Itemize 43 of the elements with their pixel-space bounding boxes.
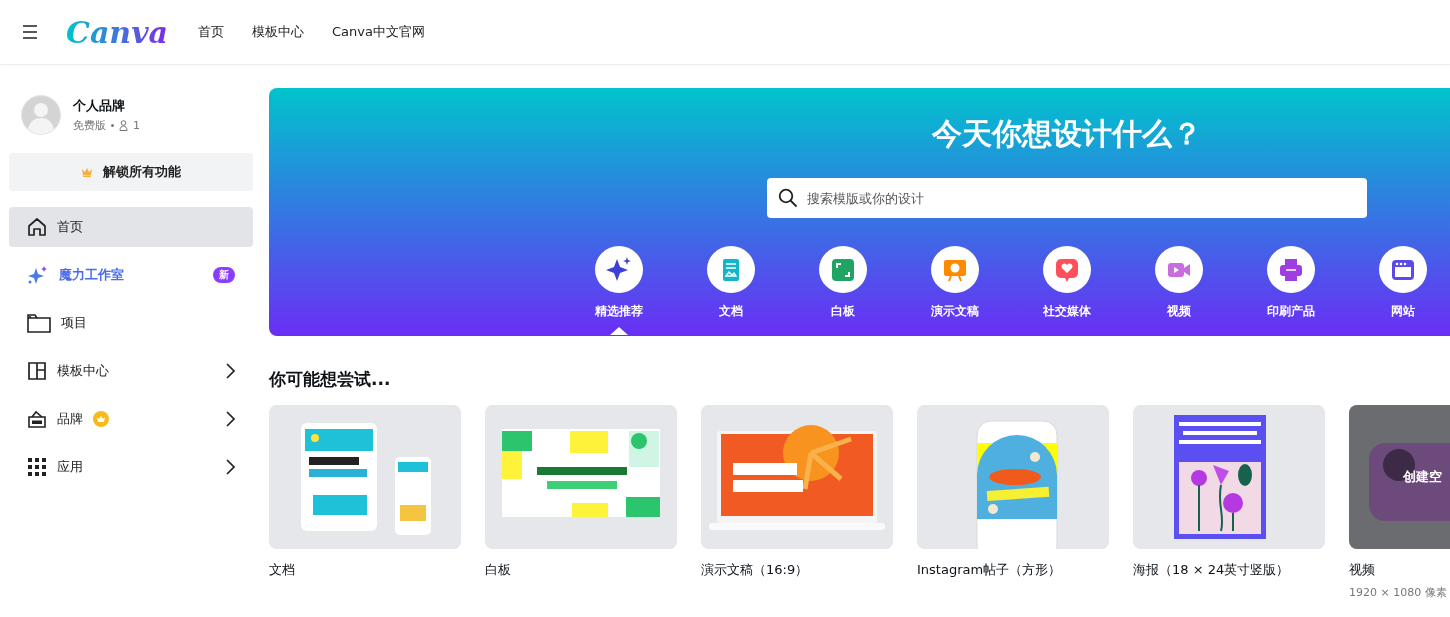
folder-icon — [27, 313, 51, 333]
member-count: 1 — [133, 119, 140, 132]
card-title: 白板 — [485, 561, 512, 579]
category-tab[interactable]: 视频 — [1123, 246, 1235, 320]
new-badge: 新 — [213, 267, 235, 283]
category-tab[interactable]: 网站 — [1347, 246, 1450, 320]
card-title: 文档 — [269, 561, 296, 579]
sidebar-item[interactable]: 模板中心 — [9, 351, 253, 391]
nav-link[interactable]: 模板中心 — [252, 23, 304, 41]
card-title: 演示文稿（16:9） — [701, 561, 810, 579]
apps-grid-icon — [27, 457, 47, 477]
nav-link[interactable]: Canva中文官网 — [332, 23, 425, 41]
category-tab[interactable]: 精选推荐 — [563, 246, 675, 320]
nav-link[interactable]: 首页 — [198, 23, 224, 41]
search-icon — [778, 188, 798, 208]
sidebar-item[interactable]: 魔力工作室 新 — [9, 255, 253, 295]
category-tab[interactable]: 文档 — [675, 246, 787, 320]
plan-label: 免费版 — [73, 118, 106, 133]
sidebar-item[interactable]: 首页 — [9, 207, 253, 247]
sidebar-item[interactable]: 应用 — [9, 447, 253, 487]
category-tab[interactable]: 演示文稿 — [899, 246, 1011, 320]
sidebar-item[interactable]: 项目 — [9, 303, 253, 343]
search-field[interactable]: 搜索模版或你的设计 — [767, 178, 1367, 218]
card-title: 海报（18 × 24英寸竖版） — [1133, 561, 1291, 579]
create-blank-label: 创建空 — [1403, 468, 1442, 486]
card-title: 视频 — [1349, 561, 1376, 579]
hero-title: 今天你想设计什么？ — [932, 115, 1202, 153]
category-tab[interactable]: 印刷产品 — [1235, 246, 1347, 320]
sidebar-item[interactable]: 品牌 — [9, 399, 253, 439]
person-icon — [119, 120, 128, 131]
layout-icon — [27, 361, 47, 381]
upgrade-button[interactable]: 解锁所有功能 — [9, 153, 253, 191]
category-tab[interactable]: 社交媒体 — [1011, 246, 1123, 320]
card-title: Instagram帖子（方形） — [917, 561, 1063, 579]
account-name: 个人品牌 — [73, 97, 126, 115]
card-subtitle: 1920 × 1080 像素 — [1349, 585, 1448, 600]
brand-kit-icon — [27, 409, 47, 429]
menu-icon[interactable] — [22, 25, 38, 39]
sparkle-icon — [27, 265, 49, 285]
category-tab[interactable]: 白板 — [787, 246, 899, 320]
home-icon — [27, 217, 47, 237]
section-title: 你可能想尝试... — [269, 368, 392, 391]
crown-icon — [81, 167, 93, 177]
